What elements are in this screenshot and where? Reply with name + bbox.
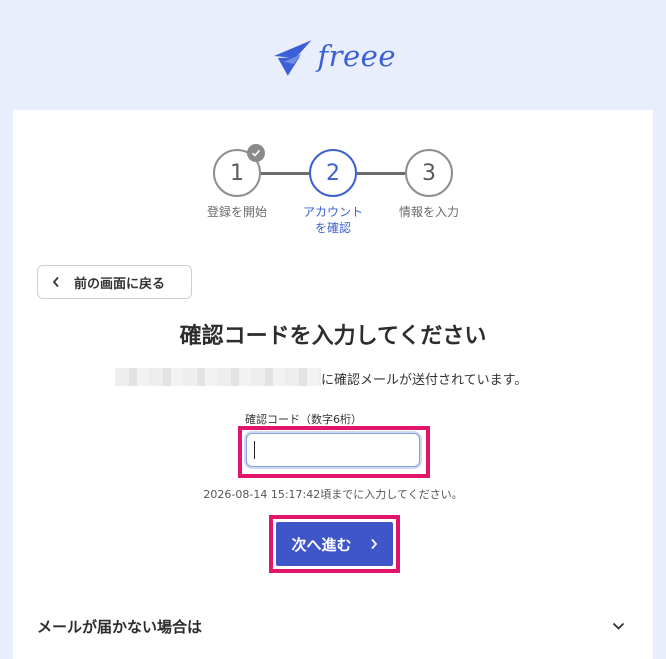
step-3-label: 情報を入力 [398,205,459,219]
code-field-label: 確認コード（数字6桁） [245,413,362,426]
brand-name: freee [317,39,396,73]
swallow-bird-icon [273,40,312,76]
redacted-email [115,368,321,386]
main-card: 1 2 3 登録を開始 アカウント を確認 情報を入力 前の画面に戻る 確認コー… [13,110,653,659]
step-2-circle: 2 [309,149,357,197]
verification-code-input[interactable] [246,433,420,467]
step-connector-2 [357,172,405,175]
faq-accordion[interactable]: メールが届かない場合は [37,616,629,637]
chevron-down-icon [612,622,625,631]
chevron-left-icon [52,276,60,288]
back-button[interactable]: 前の画面に戻る [37,265,192,299]
step-1-number: 1 [230,160,244,186]
next-button-label: 次へ進む [291,535,352,554]
chevron-right-icon [370,538,378,550]
page-title: 確認コードを入力してください [179,324,487,349]
next-button[interactable]: 次へ進む [276,522,393,566]
text-caret [254,441,255,459]
check-icon [247,144,265,162]
step-3-circle: 3 [405,149,453,197]
step-2-number: 2 [326,160,340,186]
step-connector-1 [261,172,309,175]
back-button-label: 前の画面に戻る [74,276,166,292]
step-3-number: 3 [422,160,436,186]
faq-label: メールが届かない場合は [37,618,203,636]
deadline-text: 2026-08-14 15:17:42頃までに入力してください。 [203,488,463,501]
freee-logo: freee [272,30,396,82]
sent-message: に確認メールが送付されています。 [321,373,528,388]
step-2-label: アカウント を確認 [302,205,363,235]
step-1-label: 登録を開始 [206,205,267,219]
